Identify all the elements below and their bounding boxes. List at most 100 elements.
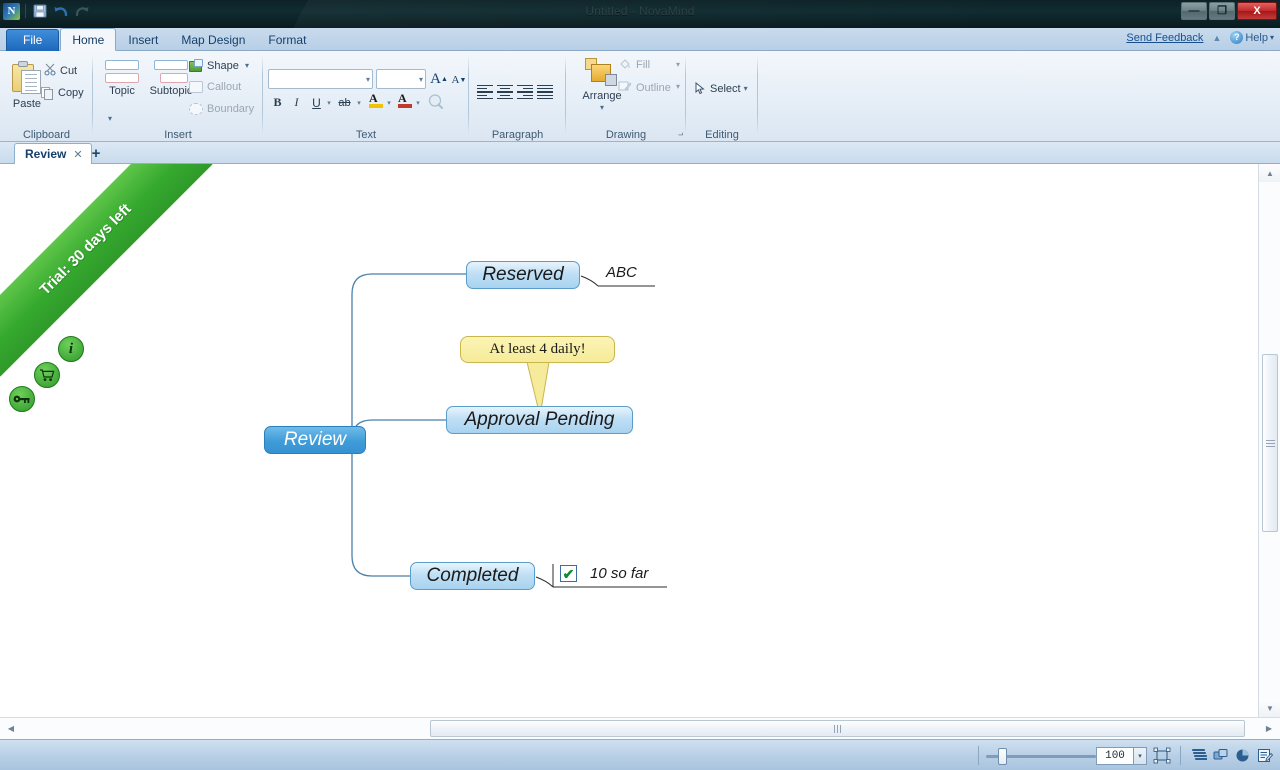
tab-home[interactable]: Home [60, 28, 117, 51]
ribbon-group-paragraph: Paragraph [469, 51, 566, 142]
shape-label: Shape [207, 59, 239, 72]
mindmap-node-completed[interactable]: Completed [410, 562, 535, 590]
collapse-ribbon-icon[interactable]: ▲ [1212, 33, 1221, 43]
send-feedback-link[interactable]: Send Feedback [1126, 32, 1203, 44]
close-button[interactable]: X [1237, 2, 1277, 20]
strikethrough-dropdown-arrow[interactable]: ▾ [355, 99, 363, 107]
mindmap-node-approval-pending[interactable]: Approval Pending [446, 406, 633, 434]
insert-more-arrow[interactable]: ▾ [108, 114, 112, 123]
underline-dropdown-arrow[interactable]: ▾ [325, 99, 333, 107]
grow-font-label: A [430, 70, 441, 87]
select-label: Select [710, 82, 741, 95]
scroll-left-icon[interactable]: ◀ [2, 718, 20, 739]
document-tab-bar: Review ✕ + [0, 142, 1280, 164]
checkmark-icon: ✔ [562, 565, 575, 582]
highlight-dropdown-arrow[interactable]: ▾ [385, 99, 393, 107]
highlight-color-button[interactable]: A [369, 91, 384, 109]
chart-view-icon[interactable] [1232, 746, 1254, 766]
shape-icon [189, 59, 204, 72]
arrange-icon [585, 58, 619, 88]
mind-map-canvas[interactable]: Trial: 30 days left i Review Reserved Ap… [0, 164, 1258, 717]
topic-icon [102, 59, 142, 85]
select-button[interactable]: Select ▾ [694, 81, 748, 95]
doc-tab-label: Review [25, 147, 67, 161]
shrink-font-button[interactable]: A ▼ [450, 70, 468, 90]
scroll-right-icon[interactable]: ▶ [1260, 718, 1278, 739]
slides-view-icon[interactable] [1210, 746, 1232, 766]
zoom-dropdown-arrow[interactable]: ▾ [1134, 746, 1147, 765]
vertical-scroll-thumb[interactable] [1262, 354, 1278, 532]
text-group-label: Text [355, 129, 377, 141]
horizontal-scroll-thumb[interactable] [430, 720, 1245, 737]
tab-file[interactable]: File [6, 29, 60, 51]
horizontal-scrollbar[interactable]: ◀ ▶ [0, 717, 1280, 739]
font-color-button[interactable]: A [398, 91, 413, 109]
minimize-button[interactable]: — [1181, 2, 1207, 20]
tab-insert[interactable]: Insert [117, 30, 169, 51]
application-window: N Untitled - NovaMind — ❐ X File Home In… [0, 0, 1280, 770]
zoom-slider-handle[interactable] [998, 747, 1007, 765]
mindmap-node-root[interactable]: Review [264, 426, 366, 454]
cut-label: Cut [60, 65, 78, 77]
font-name-arrow: ▾ [365, 74, 370, 84]
doc-tab-review[interactable]: Review ✕ [14, 143, 92, 164]
font-name-combo[interactable]: ▾ [268, 69, 373, 89]
ribbon-group-clipboard: Paste Cut Copy Clipboard [0, 51, 93, 142]
completed-checkbox[interactable]: ✔ [560, 565, 577, 582]
shape-dropdown-arrow[interactable]: ▾ [245, 61, 249, 70]
relationship-label-abc[interactable]: ABC [606, 264, 637, 281]
help-button[interactable]: ? Help ▾ [1230, 31, 1274, 44]
underline-button[interactable]: U [307, 93, 326, 112]
clear-formatting-icon [428, 94, 443, 109]
arrange-dropdown-arrow: ▾ [599, 103, 604, 112]
ribbon-group-editing: Select ▾ Editing [686, 51, 758, 142]
copy-button[interactable]: Copy [41, 86, 84, 100]
ribbon-group-insert: Topic Subtopic ▾ Shape ▾ Callout Boundar… [93, 51, 263, 142]
italic-button[interactable]: I [287, 93, 306, 112]
clear-formatting-button[interactable] [427, 93, 447, 113]
outline-dropdown-arrow[interactable]: ▾ [676, 82, 680, 91]
maximize-button[interactable]: ❐ [1209, 2, 1235, 20]
copy-icon [41, 86, 55, 100]
fill-dropdown-arrow[interactable]: ▾ [676, 60, 680, 69]
scroll-down-icon[interactable]: ▼ [1259, 699, 1280, 717]
subtopic-icon [151, 59, 191, 85]
strikethrough-button[interactable]: ab [335, 93, 354, 112]
align-right-button[interactable] [517, 85, 533, 100]
insert-callout-button[interactable]: Callout [189, 81, 241, 93]
cut-button[interactable]: Cut [44, 63, 77, 79]
tab-map-design[interactable]: Map Design [170, 30, 256, 51]
align-center-button[interactable] [497, 85, 513, 100]
status-bar: 100 ▾ [0, 739, 1280, 770]
key-icon[interactable] [9, 386, 35, 412]
grow-font-button[interactable]: A ▲ [429, 69, 449, 89]
zoom-slider[interactable] [986, 746, 1096, 766]
outline-button[interactable]: Outline [618, 80, 671, 96]
vertical-scrollbar[interactable]: ▲ ▼ [1258, 164, 1280, 717]
notes-view-icon[interactable] [1254, 746, 1276, 766]
cart-icon[interactable] [34, 362, 60, 388]
zoom-value[interactable]: 100 [1096, 746, 1134, 765]
info-icon[interactable]: i [58, 336, 84, 362]
new-tab-button[interactable]: + [87, 144, 105, 162]
fill-button[interactable]: Fill [618, 58, 650, 71]
outline-view-icon[interactable] [1188, 746, 1210, 766]
window-controls: — ❐ X [1181, 2, 1277, 20]
insert-boundary-button[interactable]: Boundary [189, 103, 254, 115]
align-left-button[interactable] [477, 85, 493, 100]
insert-topic-button[interactable]: Topic [100, 59, 144, 97]
bold-button[interactable]: B [268, 93, 287, 112]
tab-format[interactable]: Format [257, 30, 317, 51]
scroll-thumb-grip [834, 724, 841, 733]
paste-icon [12, 61, 42, 95]
fit-page-icon[interactable] [1153, 747, 1173, 765]
font-color-dropdown-arrow[interactable]: ▾ [414, 99, 422, 107]
mindmap-node-reserved[interactable]: Reserved [466, 261, 580, 289]
font-size-combo[interactable]: ▾ [376, 69, 426, 89]
title-bar: N Untitled - NovaMind — ❐ X [0, 0, 1280, 28]
relationship-label-10-so-far[interactable]: 10 so far [590, 565, 648, 582]
close-icon[interactable]: ✕ [73, 148, 82, 161]
mindmap-callout-at-least-4-daily[interactable]: At least 4 daily! [460, 336, 615, 363]
scroll-up-icon[interactable]: ▲ [1259, 164, 1280, 182]
align-justify-button[interactable] [537, 85, 553, 100]
